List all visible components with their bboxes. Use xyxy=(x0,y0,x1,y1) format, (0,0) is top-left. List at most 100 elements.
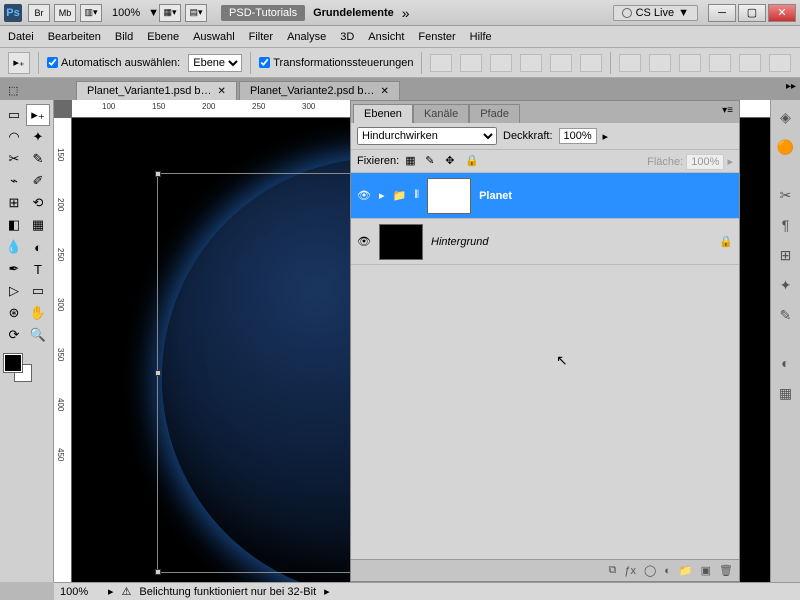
tool-3d[interactable]: ⊛ xyxy=(2,302,26,324)
tool-path[interactable]: ▷ xyxy=(2,280,26,302)
dock-color-icon[interactable]: 🟠 xyxy=(775,136,797,158)
visibility-icon[interactable]: 👁 xyxy=(357,235,371,248)
tool-hand[interactable]: ✋ xyxy=(26,302,50,324)
foreground-color[interactable] xyxy=(4,354,22,372)
close-button[interactable]: ✕ xyxy=(768,4,796,22)
menu-filter[interactable]: Filter xyxy=(249,31,273,43)
mask-link-icon[interactable]: ⦀ xyxy=(414,189,419,202)
close-tab-icon[interactable]: ✕ xyxy=(380,86,388,97)
lock-transparency-icon[interactable]: ▦ xyxy=(405,154,419,168)
tool-gradient[interactable]: ▦ xyxy=(26,214,50,236)
workspace-name[interactable]: Grundelemente xyxy=(313,7,394,19)
transform-controls-checkbox[interactable]: Transformationssteuerungen xyxy=(259,57,413,69)
tool-shape[interactable]: ▭ xyxy=(26,280,50,302)
bridge-button[interactable]: Br xyxy=(28,4,50,22)
menu-datei[interactable]: Datei xyxy=(8,31,34,43)
move-tool-icon[interactable]: ▸₊ xyxy=(8,52,30,74)
align-bottom-button[interactable] xyxy=(490,54,512,72)
tool-brush[interactable]: ✐ xyxy=(26,170,50,192)
tool-zoom[interactable]: 🔍 xyxy=(26,324,50,346)
dock-layers-icon[interactable]: ◈ xyxy=(775,106,797,128)
menu-analyse[interactable]: Analyse xyxy=(287,31,326,43)
menu-bild[interactable]: Bild xyxy=(115,31,133,43)
menu-auswahl[interactable]: Auswahl xyxy=(193,31,235,43)
menu-ansicht[interactable]: Ansicht xyxy=(368,31,404,43)
tool-crop[interactable]: ✂ xyxy=(2,148,26,170)
dock-styles-icon[interactable]: ⊞ xyxy=(775,244,797,266)
distribute-button[interactable] xyxy=(679,54,701,72)
close-tab-icon[interactable]: ✕ xyxy=(218,86,226,97)
minibridge-button[interactable]: Mb xyxy=(54,4,76,22)
tool-stamp[interactable]: ⊞ xyxy=(2,192,26,214)
arrange-docs-button[interactable]: ▤▾ xyxy=(185,4,207,22)
auto-select-target[interactable]: Ebene xyxy=(188,54,242,72)
workspace-switcher[interactable]: PSD-Tutorials xyxy=(221,5,305,21)
document-tab[interactable]: Planet_Variante1.psd b…✕ xyxy=(76,81,237,100)
tool-wand[interactable]: ✦ xyxy=(26,126,50,148)
tab-pfade[interactable]: Pfade xyxy=(469,104,520,123)
tool-rotate[interactable]: ⟳ xyxy=(2,324,26,346)
auto-select-checkbox[interactable]: Automatisch auswählen: xyxy=(47,57,180,69)
color-swatches[interactable] xyxy=(2,352,51,382)
cs-live-button[interactable]: CS Live▼ xyxy=(613,5,698,21)
lock-pixels-icon[interactable]: ✎ xyxy=(425,154,439,168)
align-hcenter-button[interactable] xyxy=(550,54,572,72)
layer-mask-icon[interactable]: ◯ xyxy=(644,564,656,577)
dock-adjustments-icon[interactable]: ◐ xyxy=(775,352,797,374)
visibility-icon[interactable]: 👁 xyxy=(357,189,371,202)
tool-blur[interactable]: 💧 xyxy=(2,236,26,258)
lock-position-icon[interactable]: ✥ xyxy=(445,154,459,168)
blend-mode-select[interactable]: Hindurchwirken xyxy=(357,127,497,145)
dock-character-icon[interactable]: ¶ xyxy=(775,214,797,236)
home-icon[interactable]: ⬚ xyxy=(8,84,28,100)
layers-list[interactable]: 👁 ▸ 📁 ⦀ Planet 👁 Hintergrund 🔒 xyxy=(351,173,739,559)
distribute-button[interactable] xyxy=(649,54,671,72)
zoom-level[interactable]: 100% xyxy=(112,7,140,19)
dock-brush-icon[interactable]: ✎ xyxy=(775,304,797,326)
tool-move[interactable]: ▸₊ xyxy=(26,104,50,126)
layer-mask-thumbnail[interactable] xyxy=(427,178,471,214)
menu-3d[interactable]: 3D xyxy=(340,31,354,43)
dock-navigator-icon[interactable]: ✂ xyxy=(775,184,797,206)
opacity-flyout-icon[interactable]: ▸ xyxy=(603,130,609,143)
layer-fx-icon[interactable]: ƒx xyxy=(624,565,636,577)
dock-info-icon[interactable]: ✦ xyxy=(775,274,797,296)
tool-eyedropper[interactable]: ✎ xyxy=(26,148,50,170)
tool-pen[interactable]: ✒ xyxy=(2,258,26,280)
screen-mode-button[interactable]: ▥▾ xyxy=(80,4,102,22)
minimize-button[interactable]: ─ xyxy=(708,4,736,22)
tool-dodge[interactable]: ◐ xyxy=(26,236,50,258)
link-layers-icon[interactable]: ⧉ xyxy=(608,564,616,577)
dock-swatches-icon[interactable]: ▦ xyxy=(775,382,797,404)
status-zoom[interactable]: 100% xyxy=(60,586,100,598)
panel-menu-icon[interactable]: ▾≡ xyxy=(722,105,733,116)
layer-row[interactable]: 👁 Hintergrund 🔒 xyxy=(351,219,739,265)
align-right-button[interactable] xyxy=(580,54,602,72)
transform-handle[interactable] xyxy=(155,171,161,177)
adjustment-layer-icon[interactable]: ◐ xyxy=(664,565,671,577)
tool-marquee[interactable]: ▭ xyxy=(2,104,26,126)
menu-ebene[interactable]: Ebene xyxy=(147,31,179,43)
layer-thumbnail[interactable] xyxy=(379,224,423,260)
view-extras-button[interactable]: ▦▾ xyxy=(159,4,181,22)
distribute-button[interactable] xyxy=(619,54,641,72)
tool-history[interactable]: ⟲ xyxy=(26,192,50,214)
menu-bearbeiten[interactable]: Bearbeiten xyxy=(48,31,101,43)
ruler-vertical[interactable]: 150 200 250 300 350 400 450 xyxy=(54,118,72,582)
transform-handle[interactable] xyxy=(155,569,161,575)
distribute-button[interactable] xyxy=(709,54,731,72)
tab-kanaele[interactable]: Kanäle xyxy=(413,104,469,123)
menu-hilfe[interactable]: Hilfe xyxy=(470,31,492,43)
new-layer-icon[interactable]: ▣ xyxy=(701,564,711,577)
align-left-button[interactable] xyxy=(520,54,542,72)
tool-lasso[interactable]: ◠ xyxy=(2,126,26,148)
tab-ebenen[interactable]: Ebenen xyxy=(353,104,413,123)
layer-name[interactable]: Planet xyxy=(479,190,512,202)
new-group-icon[interactable]: 📁 xyxy=(679,564,693,577)
tool-type[interactable]: T xyxy=(26,258,50,280)
opacity-value[interactable]: 100% xyxy=(559,128,597,144)
layer-name[interactable]: Hintergrund xyxy=(431,236,488,248)
chevron-down-icon[interactable]: ▼ xyxy=(148,7,159,19)
tool-heal[interactable]: ⌁ xyxy=(2,170,26,192)
maximize-button[interactable]: ▢ xyxy=(738,4,766,22)
